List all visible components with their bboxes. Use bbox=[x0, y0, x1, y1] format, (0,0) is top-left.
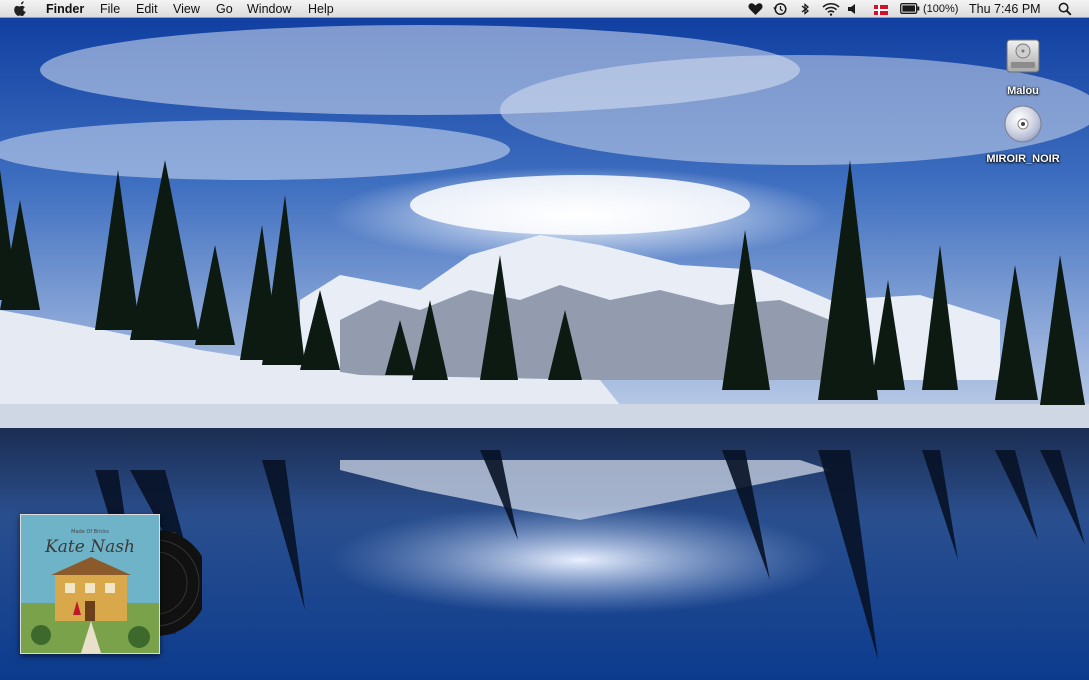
active-app-name[interactable]: Finder bbox=[46, 1, 84, 17]
desktop-item-label: Malou bbox=[1007, 85, 1039, 97]
menu-window[interactable]: Window bbox=[247, 1, 291, 17]
menu-bar: Finder File Edit View Go Window Help (10… bbox=[0, 0, 1089, 18]
bluetooth-icon[interactable] bbox=[800, 2, 810, 16]
menu-file[interactable]: File bbox=[100, 1, 120, 17]
wifi-icon[interactable] bbox=[822, 2, 840, 16]
battery-icon[interactable] bbox=[900, 3, 920, 17]
menu-clock[interactable]: Thu 7:46 PM bbox=[969, 1, 1041, 17]
album-artist: Kate Nash bbox=[45, 537, 135, 557]
menu-help[interactable]: Help bbox=[308, 1, 334, 17]
desktop-item-malou[interactable]: Malou bbox=[983, 36, 1063, 99]
menu-view[interactable]: View bbox=[173, 1, 200, 17]
hard-drive-icon bbox=[1003, 39, 1043, 80]
desktop-item-label: MIROIR_NOIR bbox=[986, 153, 1060, 165]
battery-percentage[interactable]: (100%) bbox=[923, 1, 958, 17]
menu-edit[interactable]: Edit bbox=[136, 1, 158, 17]
desktop-item-miroir-noir[interactable]: MIROIR_NOIR bbox=[983, 104, 1063, 167]
album-cover-art bbox=[21, 515, 159, 653]
now-playing-album-widget[interactable]: Made Of Bricks Kate Nash bbox=[20, 514, 209, 656]
album-title: Made Of Bricks bbox=[71, 529, 109, 535]
apple-menu-icon[interactable] bbox=[14, 0, 28, 20]
dvd-disc-icon bbox=[1003, 105, 1043, 148]
spotlight-search-icon[interactable] bbox=[1058, 2, 1072, 16]
heart-icon[interactable] bbox=[748, 2, 763, 16]
flag-icon[interactable] bbox=[874, 4, 888, 15]
volume-icon[interactable] bbox=[847, 2, 859, 16]
time-machine-icon[interactable] bbox=[772, 2, 788, 16]
menu-go[interactable]: Go bbox=[216, 1, 233, 17]
album-cover: Made Of Bricks Kate Nash bbox=[20, 514, 160, 654]
